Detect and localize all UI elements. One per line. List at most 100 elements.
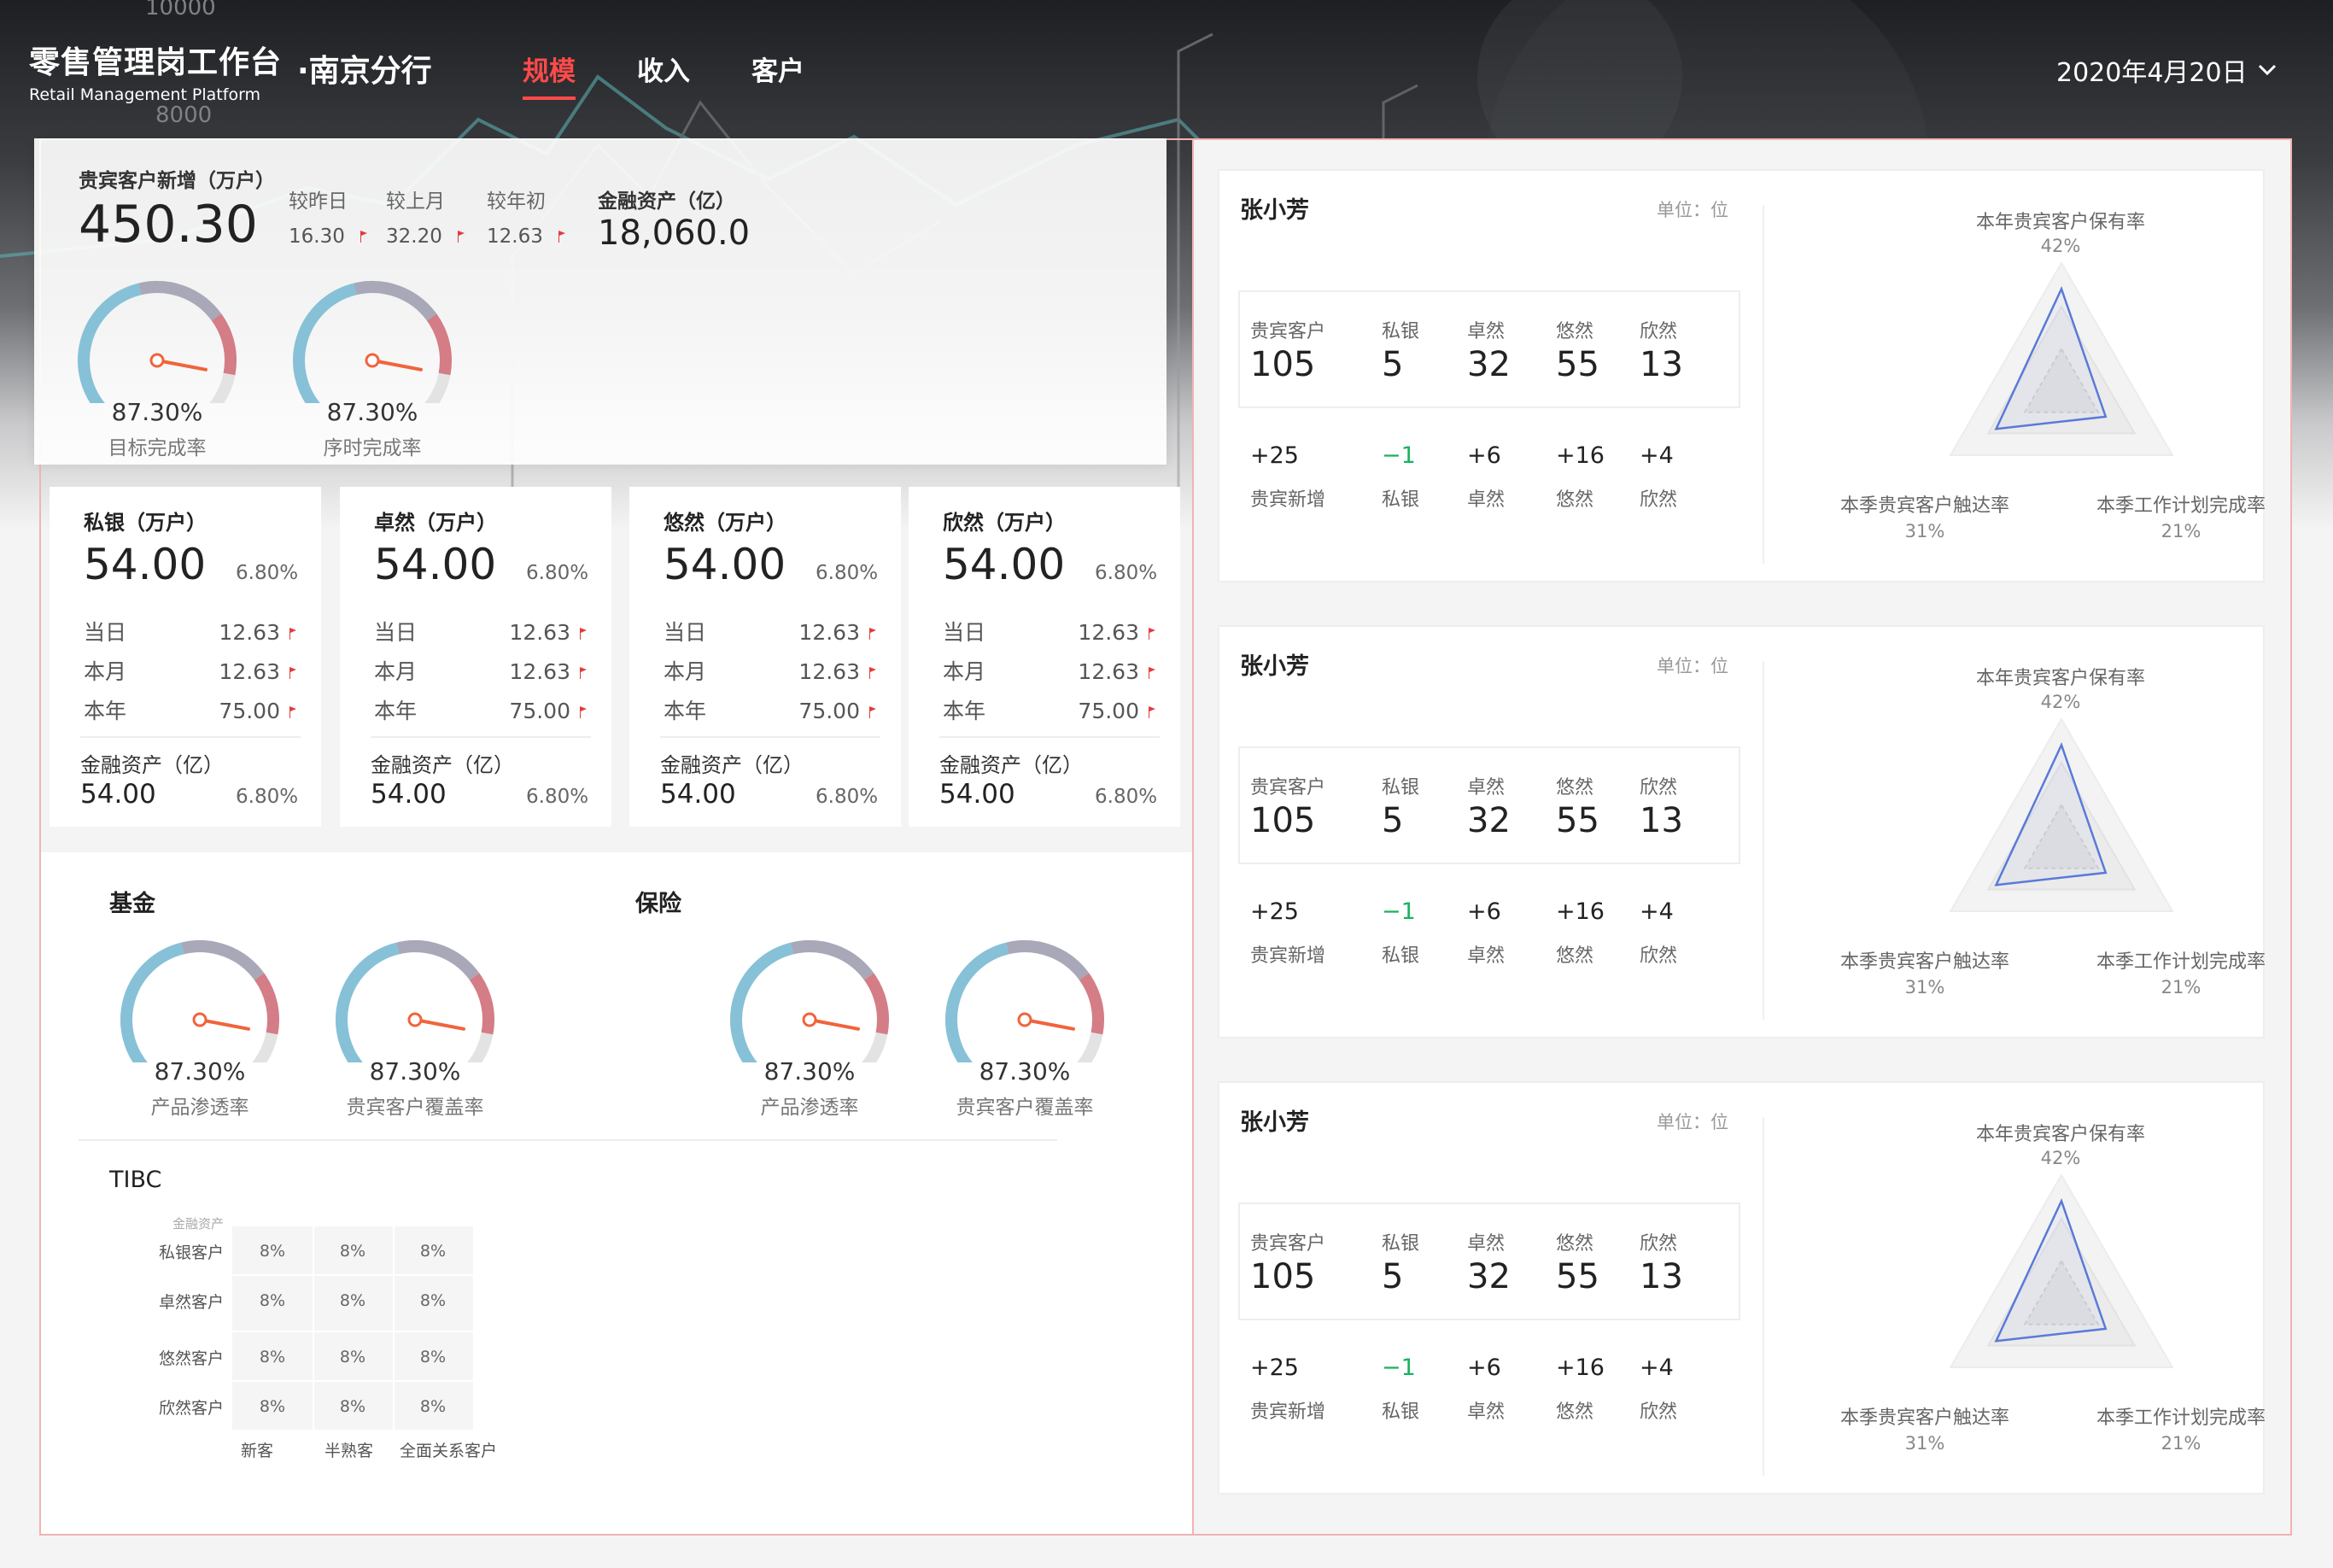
gauge-dial bbox=[120, 940, 279, 1062]
delta-value: +25 bbox=[1250, 898, 1299, 925]
tab-customer[interactable]: 客户 bbox=[751, 50, 804, 100]
segment-pct: 6.80% bbox=[236, 562, 299, 584]
manager-card: 张小芳 单位：位 贵宾客户 105 私银 5 卓然 32 悠然 55 欣然 13… bbox=[1218, 1081, 2266, 1495]
row-label: 当日 bbox=[664, 620, 707, 645]
divider bbox=[1763, 661, 1764, 1020]
count-value: 5 bbox=[1382, 345, 1404, 384]
count-value: 105 bbox=[1250, 801, 1316, 840]
count-label: 私银 bbox=[1382, 1233, 1420, 1255]
delta-value: +16 bbox=[1556, 1354, 1605, 1381]
radar-label: 本季贵宾客户触达率 bbox=[1839, 951, 2009, 973]
delta-label: 卓然 bbox=[1467, 489, 1506, 511]
radar-label: 本季贵宾客户触达率 bbox=[1839, 495, 2009, 517]
row-label: 本月 bbox=[664, 659, 707, 684]
up-flag-icon bbox=[558, 231, 566, 243]
row-label: 当日 bbox=[84, 620, 127, 645]
segment-row: 当日 12.63 bbox=[374, 613, 588, 652]
segment-row: 本月 12.63 bbox=[84, 652, 297, 692]
gauge-label: 产品渗透率 bbox=[150, 1097, 249, 1119]
segment-row: 本年 75.00 bbox=[374, 692, 588, 731]
fund-title: 基金 bbox=[109, 891, 155, 917]
count-label: 悠然 bbox=[1556, 777, 1594, 799]
row-label: 本月 bbox=[374, 659, 418, 684]
gauge-dial bbox=[336, 940, 494, 1062]
tab-income[interactable]: 收入 bbox=[637, 50, 690, 100]
segment-card: 私银（万户） 54.00 6.80% 当日 12.63 本月 12.63 本年 … bbox=[50, 487, 321, 827]
tibc-gridline bbox=[232, 1380, 473, 1382]
radar-chart bbox=[1949, 260, 2174, 456]
count-label: 卓然 bbox=[1467, 1233, 1506, 1255]
tab-scale[interactable]: 规模 bbox=[523, 50, 576, 100]
radar-value: 31% bbox=[1904, 1433, 1945, 1454]
summary-card: 贵宾客户新增（万户） 450.30 较昨日 较上月 较年初 16.30 32.2… bbox=[34, 138, 1166, 465]
delta-value: −1 bbox=[1382, 442, 1416, 469]
branch-name: ·南京分行 bbox=[297, 54, 432, 89]
delta-label: 私银 bbox=[1382, 1401, 1420, 1423]
gauge-target-completion: 87.30% 目标完成率 bbox=[63, 275, 251, 460]
delta-item: +6 卓然 bbox=[1467, 442, 1505, 512]
segment-row: 本年 75.00 bbox=[943, 692, 1156, 731]
divider bbox=[660, 736, 880, 738]
count-value: 13 bbox=[1640, 1257, 1683, 1296]
segment-assets-value: 54.00 bbox=[371, 779, 447, 810]
delta-label: 悠然 bbox=[1556, 1401, 1594, 1423]
up-flag-icon bbox=[1149, 706, 1155, 718]
main-nav: 规模 收入 客户 bbox=[523, 50, 804, 100]
row-value: 12.63 bbox=[798, 613, 877, 652]
gauge-dial bbox=[78, 281, 237, 403]
count-value: 13 bbox=[1640, 801, 1683, 840]
insurance-title: 保险 bbox=[635, 891, 681, 917]
tibc-cell: 8% bbox=[339, 1348, 366, 1366]
tibc-cell: 8% bbox=[259, 1348, 286, 1366]
count-item: 私银 5 bbox=[1382, 316, 1419, 384]
delta-value: +4 bbox=[1640, 1354, 1674, 1381]
segment-title: 悠然（万户） bbox=[664, 511, 786, 535]
row-number: 12.63 bbox=[219, 659, 280, 684]
up-flag-icon bbox=[1149, 628, 1155, 640]
delta-item: +25 贵宾新增 bbox=[1250, 1354, 1325, 1424]
row-value: 12.63 bbox=[1078, 613, 1156, 652]
row-value: 12.63 bbox=[219, 652, 297, 692]
gauge-hub bbox=[192, 1012, 208, 1027]
row-number: 75.00 bbox=[219, 699, 280, 723]
segment-assets-label: 金融资产（亿） bbox=[80, 753, 224, 777]
count-item: 私银 5 bbox=[1382, 1228, 1419, 1296]
gauge-needle bbox=[1023, 1018, 1075, 1031]
gauge-fill-blue bbox=[945, 942, 1009, 1062]
new-vip-value: 450.30 bbox=[79, 195, 258, 255]
date-selector[interactable]: 2020年4月20日 bbox=[2056, 51, 2277, 89]
tibc-cell: 8% bbox=[419, 1397, 447, 1416]
row-value: 75.00 bbox=[219, 692, 297, 731]
count-value: 32 bbox=[1467, 345, 1511, 384]
row-number: 12.63 bbox=[219, 620, 280, 645]
row-label: 本月 bbox=[943, 659, 986, 684]
count-value: 13 bbox=[1640, 345, 1683, 384]
radar-value: 21% bbox=[2161, 521, 2201, 541]
tibc-cell: 8% bbox=[339, 1242, 366, 1261]
gauge-fill-blue bbox=[293, 283, 357, 403]
divider bbox=[939, 736, 1160, 738]
row-label: 本年 bbox=[664, 699, 707, 723]
delta-item: +16 悠然 bbox=[1556, 442, 1605, 512]
up-flag-icon bbox=[289, 706, 296, 718]
gauge-fill-mid bbox=[138, 281, 222, 321]
delta-label: 欣然 bbox=[1640, 489, 1678, 511]
unit-label: 单位：位 bbox=[1657, 200, 1728, 220]
count-item: 私银 5 bbox=[1382, 772, 1419, 840]
comparison-number: 16.30 bbox=[289, 225, 345, 248]
segment-pct: 6.80% bbox=[1095, 562, 1158, 584]
tibc-corner-label: 金融资产 bbox=[172, 1216, 225, 1232]
count-label: 悠然 bbox=[1556, 1233, 1594, 1255]
count-item: 贵宾客户 105 bbox=[1250, 1228, 1325, 1296]
segment-assets-value: 54.00 bbox=[80, 779, 156, 810]
row-value: 12.63 bbox=[798, 652, 877, 692]
segment-row: 当日 12.63 bbox=[664, 613, 877, 652]
row-label: 本年 bbox=[943, 699, 986, 723]
tibc-cell: 8% bbox=[419, 1291, 447, 1310]
delta-label: 欣然 bbox=[1640, 1401, 1678, 1423]
radar-label: 本季工作计划完成率 bbox=[2096, 951, 2266, 973]
tibc-col-label: 全面关系客户 bbox=[400, 1442, 498, 1460]
up-flag-icon bbox=[869, 628, 876, 640]
tibc-title: TIBC bbox=[109, 1167, 162, 1193]
tibc-cell: 8% bbox=[259, 1291, 286, 1310]
